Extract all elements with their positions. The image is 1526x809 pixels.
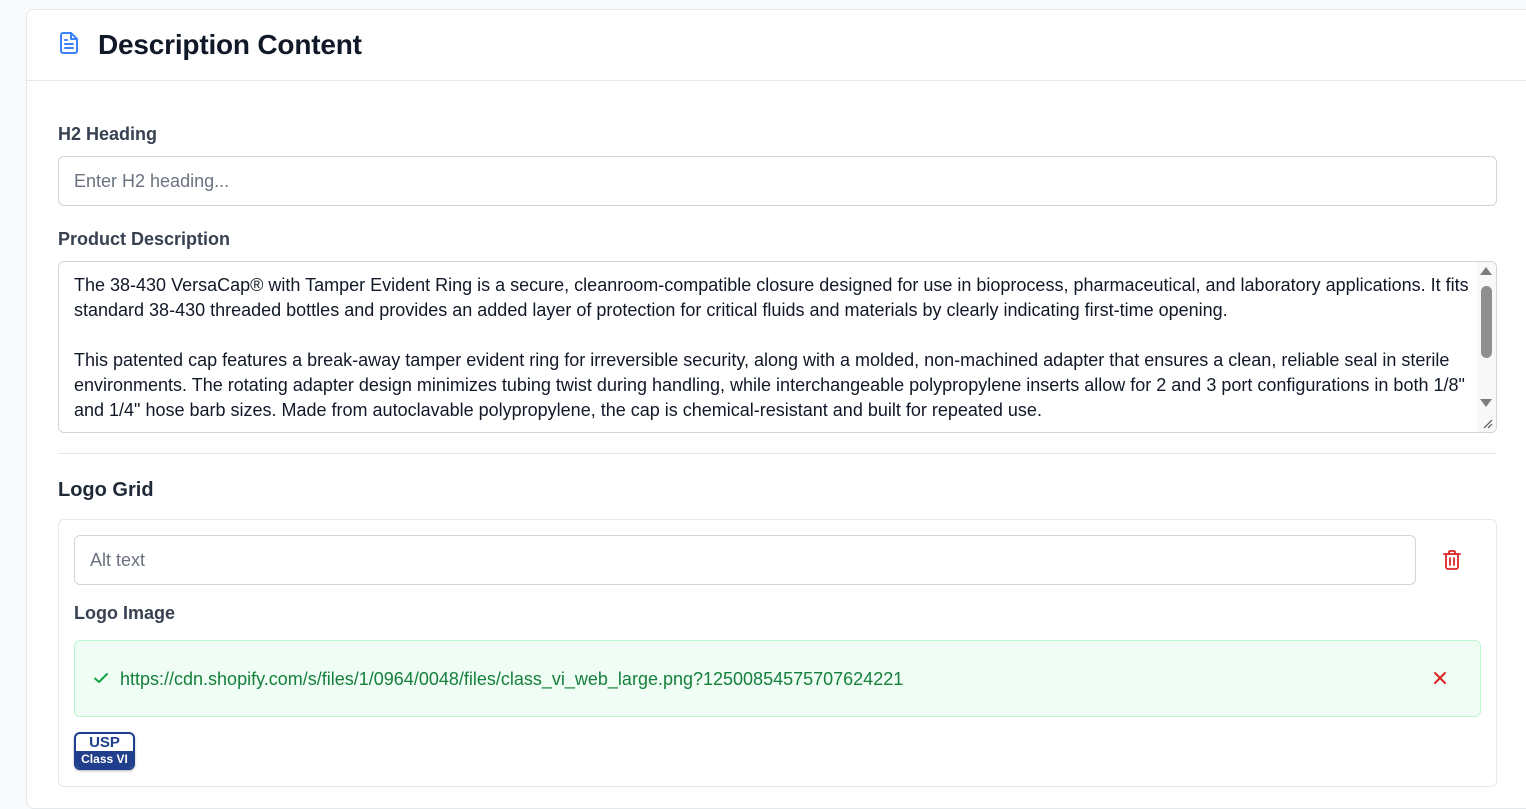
check-icon	[94, 673, 108, 683]
logo-image-label: Logo Image	[74, 603, 176, 623]
page-title: Description Content	[98, 29, 362, 60]
logo-preview-line1: USP	[89, 734, 120, 751]
uploaded-image-url-box: https://cdn.shopify.com/s/files/1/0964/0…	[74, 640, 1481, 717]
logo-preview-image: USP Class VI	[74, 732, 135, 770]
product-description-label: Product Description	[58, 229, 231, 249]
trash-icon[interactable]	[1443, 550, 1461, 570]
h2-heading-input[interactable]	[58, 156, 1497, 206]
resize-grip-icon[interactable]	[1480, 416, 1494, 430]
image-url-text: https://cdn.shopify.com/s/files/1/0964/0…	[120, 669, 904, 689]
close-icon[interactable]	[1430, 668, 1450, 688]
alt-text-input[interactable]	[74, 535, 1416, 585]
scroll-down-arrow-icon[interactable]	[1480, 399, 1492, 407]
scroll-up-arrow-icon[interactable]	[1480, 267, 1492, 275]
logo-preview-line2: Class VI	[76, 751, 133, 768]
h2-heading-label: H2 Heading	[58, 124, 158, 144]
scroll-thumb[interactable]	[1481, 286, 1492, 358]
description-content-card: Description Content H2 Heading Product D…	[26, 9, 1526, 809]
product-description-text[interactable]: The 38-430 VersaCap® with Tamper Evident…	[74, 273, 1469, 423]
document-icon	[58, 31, 82, 55]
section-divider	[58, 453, 1497, 454]
delete-logo-button[interactable]	[1439, 547, 1465, 573]
textarea-scrollbar[interactable]	[1477, 262, 1496, 432]
logo-grid-item: Logo Image https://cdn.shopify.com/s/fil…	[58, 519, 1497, 787]
product-description-textarea[interactable]: The 38-430 VersaCap® with Tamper Evident…	[58, 261, 1497, 433]
logo-grid-title: Logo Grid	[58, 479, 154, 501]
card-header: Description Content	[27, 10, 1526, 81]
